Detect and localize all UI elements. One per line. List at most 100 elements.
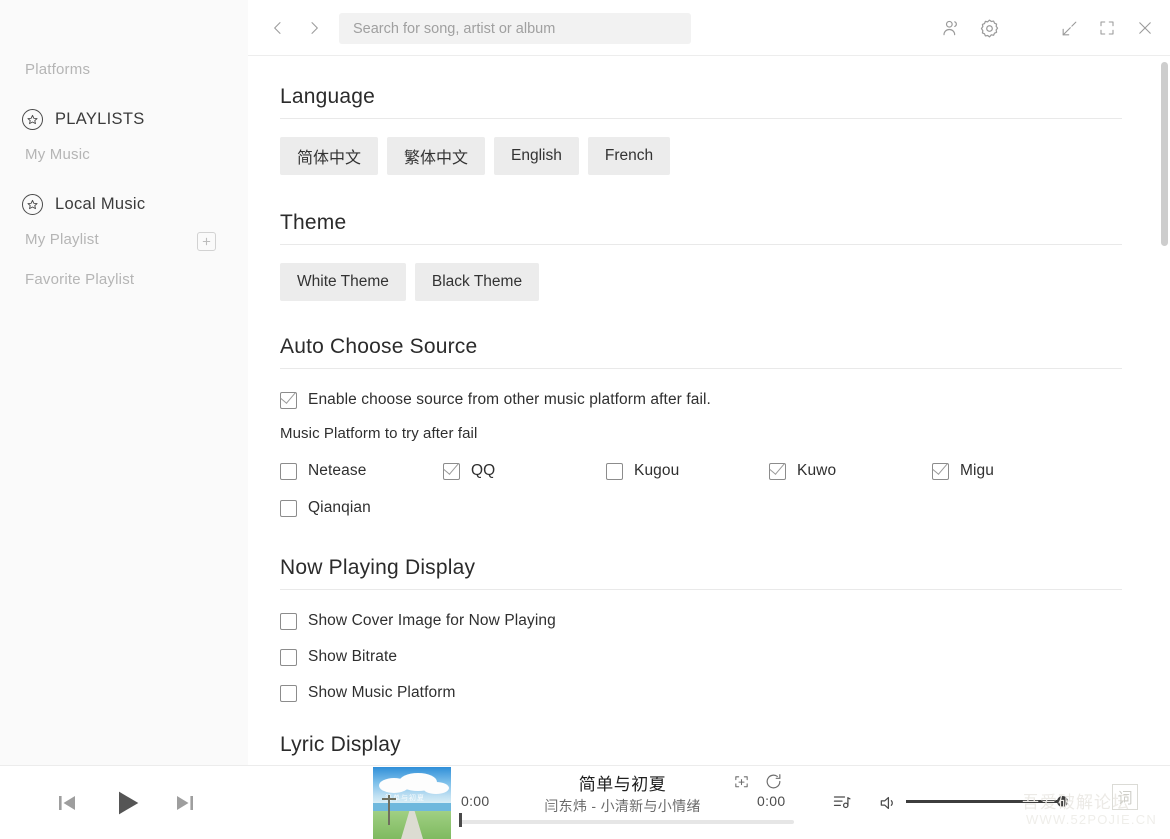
- checkbox-platform-qq[interactable]: QQ: [443, 462, 606, 480]
- sidebar: Platforms PLAYLISTS My Music Local Music…: [0, 0, 248, 765]
- checkbox-show-bitrate-label: Show Bitrate: [308, 648, 397, 666]
- sidebar-group-platforms: Platforms: [25, 61, 90, 78]
- checkbox-show-cover-image-label: Show Cover Image for Now Playing: [308, 612, 556, 630]
- language-option-traditional-chinese[interactable]: 繁体中文: [387, 137, 485, 175]
- theme-option-white[interactable]: White Theme: [280, 263, 406, 301]
- section-auto-choose-source: Auto Choose Source Enable choose source …: [280, 335, 1122, 517]
- theme-option-black[interactable]: Black Theme: [415, 263, 539, 301]
- checkbox-platform-qianqian[interactable]: Qianqian: [280, 499, 443, 517]
- volume-icon: [878, 793, 898, 813]
- checkbox-box[interactable]: [280, 500, 297, 517]
- sidebar-group-my-playlist: My Playlist: [25, 231, 99, 248]
- user-icon: [941, 18, 961, 38]
- chevron-left-icon: [270, 20, 286, 36]
- sidebar-group-favorite-playlist[interactable]: Favorite Playlist: [25, 271, 134, 288]
- checkbox-enable-auto-source[interactable]: Enable choose source from other music pl…: [280, 391, 1122, 409]
- section-lyric-display-title: Lyric Display: [280, 733, 1122, 765]
- section-auto-choose-source-title: Auto Choose Source: [280, 335, 1122, 369]
- close-button[interactable]: [1130, 13, 1160, 43]
- checkbox-enable-auto-source-label: Enable choose source from other music pl…: [308, 391, 711, 409]
- checkbox-platform-qianqian-label: Qianqian: [308, 499, 371, 517]
- play-icon: [111, 787, 143, 819]
- sidebar-group-my-music: My Music: [25, 146, 90, 163]
- next-button[interactable]: [170, 788, 200, 818]
- music-platform-subtitle: Music Platform to try after fail: [280, 425, 1122, 442]
- language-option-simplified-chinese[interactable]: 简体中文: [280, 137, 378, 175]
- pole-arm-decoration: [382, 798, 396, 800]
- progress-slider[interactable]: [459, 820, 794, 824]
- sidebar-item-playlists[interactable]: PLAYLISTS: [22, 105, 145, 133]
- checkbox-box[interactable]: [769, 463, 786, 480]
- repeat-icon: [764, 772, 783, 791]
- language-option-english[interactable]: English: [494, 137, 579, 175]
- checkbox-show-music-platform-label: Show Music Platform: [308, 684, 455, 702]
- section-theme-title: Theme: [280, 211, 1122, 245]
- maximize-button[interactable]: [1092, 13, 1122, 43]
- song-artist: 闫东炜 - 小清新与小情绪: [451, 796, 794, 816]
- plus-icon: [201, 236, 212, 247]
- checkbox-platform-qq-label: QQ: [471, 462, 495, 480]
- content-scrollbar[interactable]: [1161, 58, 1168, 763]
- playlist-queue-icon: [832, 792, 852, 812]
- skip-next-icon: [173, 791, 197, 815]
- section-now-playing-display: Now Playing Display Show Cover Image for…: [280, 556, 1122, 702]
- checkbox-box[interactable]: [280, 613, 297, 630]
- checkbox-show-music-platform[interactable]: Show Music Platform: [280, 684, 1122, 702]
- checkbox-box[interactable]: [280, 463, 297, 480]
- circle-star-icon: [22, 109, 43, 130]
- checkbox-box[interactable]: [932, 463, 949, 480]
- checkbox-box[interactable]: [280, 392, 297, 409]
- sidebar-item-playlists-label: PLAYLISTS: [55, 110, 145, 129]
- platform-checkbox-grid: Netease QQ Kugou Kuwo Migu: [280, 462, 1122, 517]
- checkbox-box[interactable]: [280, 649, 297, 666]
- search-input[interactable]: [339, 13, 691, 44]
- section-language: Language 简体中文 繁体中文 English French: [280, 85, 1122, 175]
- forward-button[interactable]: [300, 14, 328, 42]
- checkbox-platform-kugou[interactable]: Kugou: [606, 462, 769, 480]
- checkbox-platform-netease[interactable]: Netease: [280, 462, 443, 480]
- volume-button[interactable]: [876, 791, 900, 815]
- play-button[interactable]: [108, 784, 146, 822]
- checkbox-platform-kuwo-label: Kuwo: [797, 462, 836, 480]
- sidebar-item-local-music[interactable]: Local Music: [22, 190, 145, 218]
- play-queue-button[interactable]: [830, 790, 854, 814]
- theme-options: White Theme Black Theme: [280, 263, 1122, 301]
- music-app-window: Platforms PLAYLISTS My Music Local Music…: [0, 0, 1170, 839]
- checkbox-box[interactable]: [280, 685, 297, 702]
- checkbox-show-bitrate[interactable]: Show Bitrate: [280, 648, 1122, 666]
- add-to-playlist-icon: [733, 774, 750, 791]
- language-option-french[interactable]: French: [588, 137, 670, 175]
- section-theme: Theme White Theme Black Theme: [280, 211, 1122, 301]
- checkbox-platform-netease-label: Netease: [308, 462, 366, 480]
- top-bar: [248, 0, 1170, 56]
- road-decoration: [401, 811, 423, 839]
- checkbox-platform-migu-label: Migu: [960, 462, 994, 480]
- checkbox-show-cover-image[interactable]: Show Cover Image for Now Playing: [280, 612, 1122, 630]
- volume-slider-handle[interactable]: [1057, 796, 1068, 807]
- skip-previous-icon: [55, 791, 79, 815]
- minimize-button[interactable]: [1054, 13, 1084, 43]
- gear-icon: [979, 18, 1000, 39]
- add-playlist-button[interactable]: [197, 232, 216, 251]
- checkbox-box[interactable]: [606, 463, 623, 480]
- sidebar-item-local-music-label: Local Music: [55, 195, 145, 214]
- checkbox-box[interactable]: [443, 463, 460, 480]
- settings-content: Language 简体中文 繁体中文 English French Theme …: [248, 56, 1170, 765]
- user-button[interactable]: [936, 13, 966, 43]
- add-to-playlist-button[interactable]: [730, 772, 752, 792]
- sea-decoration: [373, 803, 451, 811]
- section-lyric-display: Lyric Display: [280, 733, 1122, 765]
- previous-button[interactable]: [52, 788, 82, 818]
- settings-button[interactable]: [974, 13, 1004, 43]
- section-language-title: Language: [280, 85, 1122, 119]
- checkbox-platform-kuwo[interactable]: Kuwo: [769, 462, 932, 480]
- section-now-playing-display-title: Now Playing Display: [280, 556, 1122, 590]
- back-button[interactable]: [264, 14, 292, 42]
- content-scrollbar-thumb[interactable]: [1161, 62, 1168, 246]
- album-art[interactable]: 简单与初夏: [373, 767, 451, 839]
- progress-slider-handle[interactable]: [459, 813, 462, 827]
- volume-slider[interactable]: [906, 800, 1066, 803]
- repeat-button[interactable]: [762, 770, 784, 792]
- checkbox-platform-migu[interactable]: Migu: [932, 462, 1095, 480]
- checkbox-platform-kugou-label: Kugou: [634, 462, 679, 480]
